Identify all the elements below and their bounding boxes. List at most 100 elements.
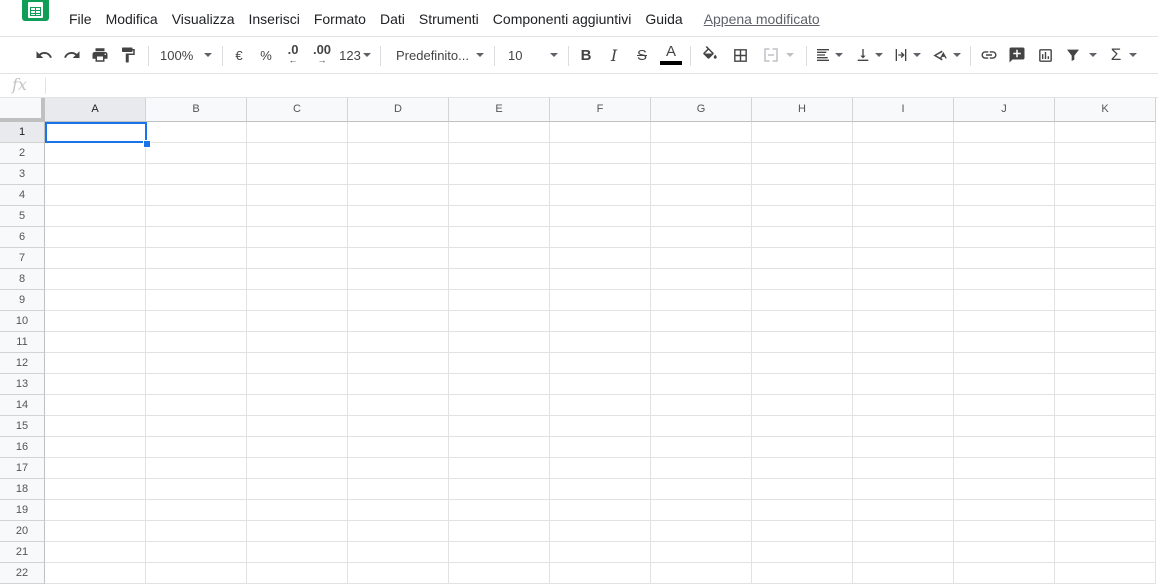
- decrease-decimals-button[interactable]: .0 ←: [281, 37, 305, 73]
- cell[interactable]: [146, 332, 247, 353]
- cell[interactable]: [146, 143, 247, 164]
- cell[interactable]: [853, 143, 954, 164]
- cell[interactable]: [45, 395, 146, 416]
- cell[interactable]: [348, 500, 449, 521]
- sheets-logo-icon[interactable]: [22, 0, 49, 21]
- cell[interactable]: [954, 521, 1055, 542]
- column-header[interactable]: J: [954, 98, 1055, 122]
- cell[interactable]: [651, 122, 752, 143]
- cell[interactable]: [550, 437, 651, 458]
- undo-button[interactable]: [32, 37, 56, 73]
- cell[interactable]: [348, 521, 449, 542]
- cell[interactable]: [247, 416, 348, 437]
- cell[interactable]: [651, 227, 752, 248]
- cell[interactable]: [348, 542, 449, 563]
- borders-button[interactable]: [728, 37, 752, 73]
- column-header[interactable]: K: [1055, 98, 1156, 122]
- horizontal-align-button[interactable]: [812, 37, 846, 73]
- cell[interactable]: [853, 122, 954, 143]
- cell[interactable]: [550, 353, 651, 374]
- cell[interactable]: [752, 458, 853, 479]
- cell[interactable]: [853, 164, 954, 185]
- row-header[interactable]: 17: [0, 458, 45, 479]
- cell[interactable]: [954, 458, 1055, 479]
- cell[interactable]: [45, 206, 146, 227]
- row-header[interactable]: 14: [0, 395, 45, 416]
- row-header[interactable]: 22: [0, 563, 45, 584]
- insert-chart-button[interactable]: [1032, 37, 1058, 73]
- cell[interactable]: [1055, 458, 1156, 479]
- row-header[interactable]: 2: [0, 143, 45, 164]
- cell[interactable]: [348, 290, 449, 311]
- row-header[interactable]: 10: [0, 311, 45, 332]
- column-header[interactable]: E: [449, 98, 550, 122]
- cell[interactable]: [146, 458, 247, 479]
- cell[interactable]: [247, 542, 348, 563]
- cell[interactable]: [45, 311, 146, 332]
- cell[interactable]: [1055, 416, 1156, 437]
- cell[interactable]: [1055, 143, 1156, 164]
- cell[interactable]: [853, 248, 954, 269]
- cell[interactable]: [348, 332, 449, 353]
- cell[interactable]: [752, 563, 853, 584]
- cell[interactable]: [348, 248, 449, 269]
- cell[interactable]: [651, 332, 752, 353]
- cell[interactable]: [449, 479, 550, 500]
- cell[interactable]: [853, 458, 954, 479]
- cell[interactable]: [550, 206, 651, 227]
- cell[interactable]: [954, 353, 1055, 374]
- menu-format[interactable]: Formato: [307, 9, 373, 29]
- cell[interactable]: [1055, 185, 1156, 206]
- cell[interactable]: [550, 563, 651, 584]
- cell[interactable]: [1055, 311, 1156, 332]
- cell[interactable]: [247, 164, 348, 185]
- fill-handle[interactable]: [143, 140, 151, 148]
- column-header[interactable]: C: [247, 98, 348, 122]
- cell[interactable]: [954, 332, 1055, 353]
- menu-help[interactable]: Guida: [638, 9, 689, 29]
- menu-data[interactable]: Dati: [373, 9, 412, 29]
- cell[interactable]: [146, 164, 247, 185]
- cell[interactable]: [954, 122, 1055, 143]
- cell[interactable]: [752, 479, 853, 500]
- column-header[interactable]: A: [45, 98, 146, 122]
- cell[interactable]: [651, 458, 752, 479]
- cell[interactable]: [752, 521, 853, 542]
- functions-button[interactable]: Σ: [1106, 37, 1142, 73]
- cell[interactable]: [146, 437, 247, 458]
- cell[interactable]: [853, 416, 954, 437]
- cell[interactable]: [247, 269, 348, 290]
- print-button[interactable]: [88, 37, 112, 73]
- cell[interactable]: [752, 269, 853, 290]
- cell[interactable]: [449, 164, 550, 185]
- cell[interactable]: [449, 500, 550, 521]
- row-header[interactable]: 13: [0, 374, 45, 395]
- menu-addons[interactable]: Componenti aggiuntivi: [486, 9, 639, 29]
- cell[interactable]: [651, 479, 752, 500]
- cell[interactable]: [853, 290, 954, 311]
- font-size-select[interactable]: 10: [504, 37, 562, 73]
- zoom-select[interactable]: 100%: [156, 37, 216, 73]
- cell[interactable]: [954, 269, 1055, 290]
- cell[interactable]: [954, 206, 1055, 227]
- last-edit-link[interactable]: Appena modificato: [697, 9, 827, 29]
- cell[interactable]: [550, 458, 651, 479]
- cell[interactable]: [550, 395, 651, 416]
- row-header[interactable]: 4: [0, 185, 45, 206]
- cell[interactable]: [247, 563, 348, 584]
- cell[interactable]: [651, 374, 752, 395]
- cell[interactable]: [752, 353, 853, 374]
- cell[interactable]: [853, 563, 954, 584]
- cell[interactable]: [550, 269, 651, 290]
- cell[interactable]: [752, 500, 853, 521]
- row-header[interactable]: 9: [0, 290, 45, 311]
- cell[interactable]: [550, 521, 651, 542]
- strikethrough-button[interactable]: S: [630, 37, 654, 73]
- cell[interactable]: [45, 353, 146, 374]
- cell[interactable]: [45, 143, 146, 164]
- cell[interactable]: [651, 416, 752, 437]
- cell[interactable]: [247, 374, 348, 395]
- cell[interactable]: [752, 374, 853, 395]
- cell[interactable]: [146, 542, 247, 563]
- cell[interactable]: [146, 353, 247, 374]
